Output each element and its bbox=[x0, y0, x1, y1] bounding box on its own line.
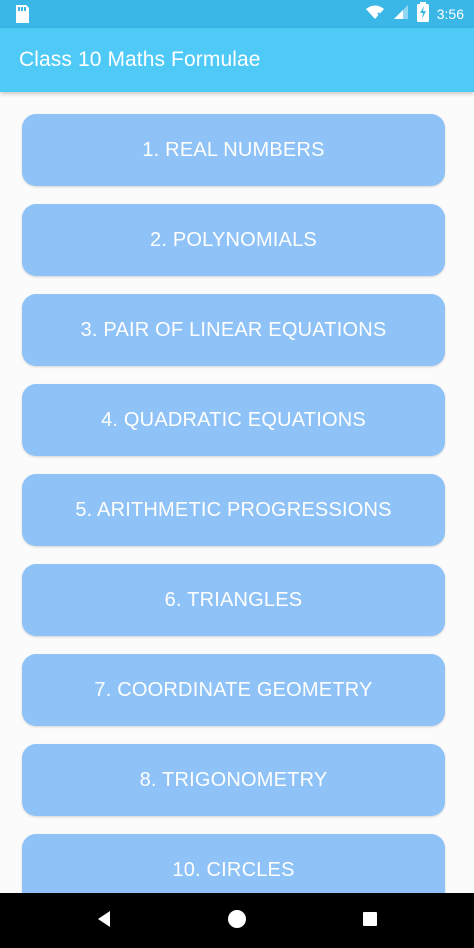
status-time: 3:56 bbox=[436, 6, 464, 22]
signal-icon bbox=[393, 4, 409, 24]
chapter-list: 1. REAL NUMBERS 2. POLYNOMIALS 3. PAIR O… bbox=[0, 92, 474, 893]
app-title: Class 10 Maths Formulae bbox=[19, 48, 261, 71]
sd-card-icon bbox=[10, 4, 32, 24]
recents-square-icon bbox=[360, 909, 380, 933]
chapter-button-6[interactable]: 6. TRIANGLES bbox=[22, 564, 445, 636]
back-button[interactable] bbox=[74, 893, 134, 948]
app-bar: Class 10 Maths Formulae bbox=[0, 28, 474, 92]
chapter-button-8[interactable]: 8. TRIGONOMETRY bbox=[22, 744, 445, 816]
recents-button[interactable] bbox=[340, 893, 400, 948]
chapter-button-10[interactable]: 10. CIRCLES bbox=[22, 834, 445, 893]
chapter-button-2[interactable]: 2. POLYNOMIALS bbox=[22, 204, 445, 276]
chapter-button-3[interactable]: 3. PAIR OF LINEAR EQUATIONS bbox=[22, 294, 445, 366]
status-right: 3:56 bbox=[365, 0, 464, 28]
chapter-button-4[interactable]: 4. QUADRATIC EQUATIONS bbox=[22, 384, 445, 456]
chapter-button-1[interactable]: 1. REAL NUMBERS bbox=[22, 114, 445, 186]
chapter-button-7[interactable]: 7. COORDINATE GEOMETRY bbox=[22, 654, 445, 726]
battery-charging-icon bbox=[416, 2, 429, 26]
chapter-button-5[interactable]: 5. ARITHMETIC PROGRESSIONS bbox=[22, 474, 445, 546]
wifi-icon bbox=[365, 4, 385, 24]
navigation-bar bbox=[0, 893, 474, 948]
home-circle-icon bbox=[226, 908, 248, 934]
back-triangle-icon bbox=[94, 909, 114, 933]
status-bar: 3:56 bbox=[0, 0, 474, 28]
home-button[interactable] bbox=[207, 893, 267, 948]
